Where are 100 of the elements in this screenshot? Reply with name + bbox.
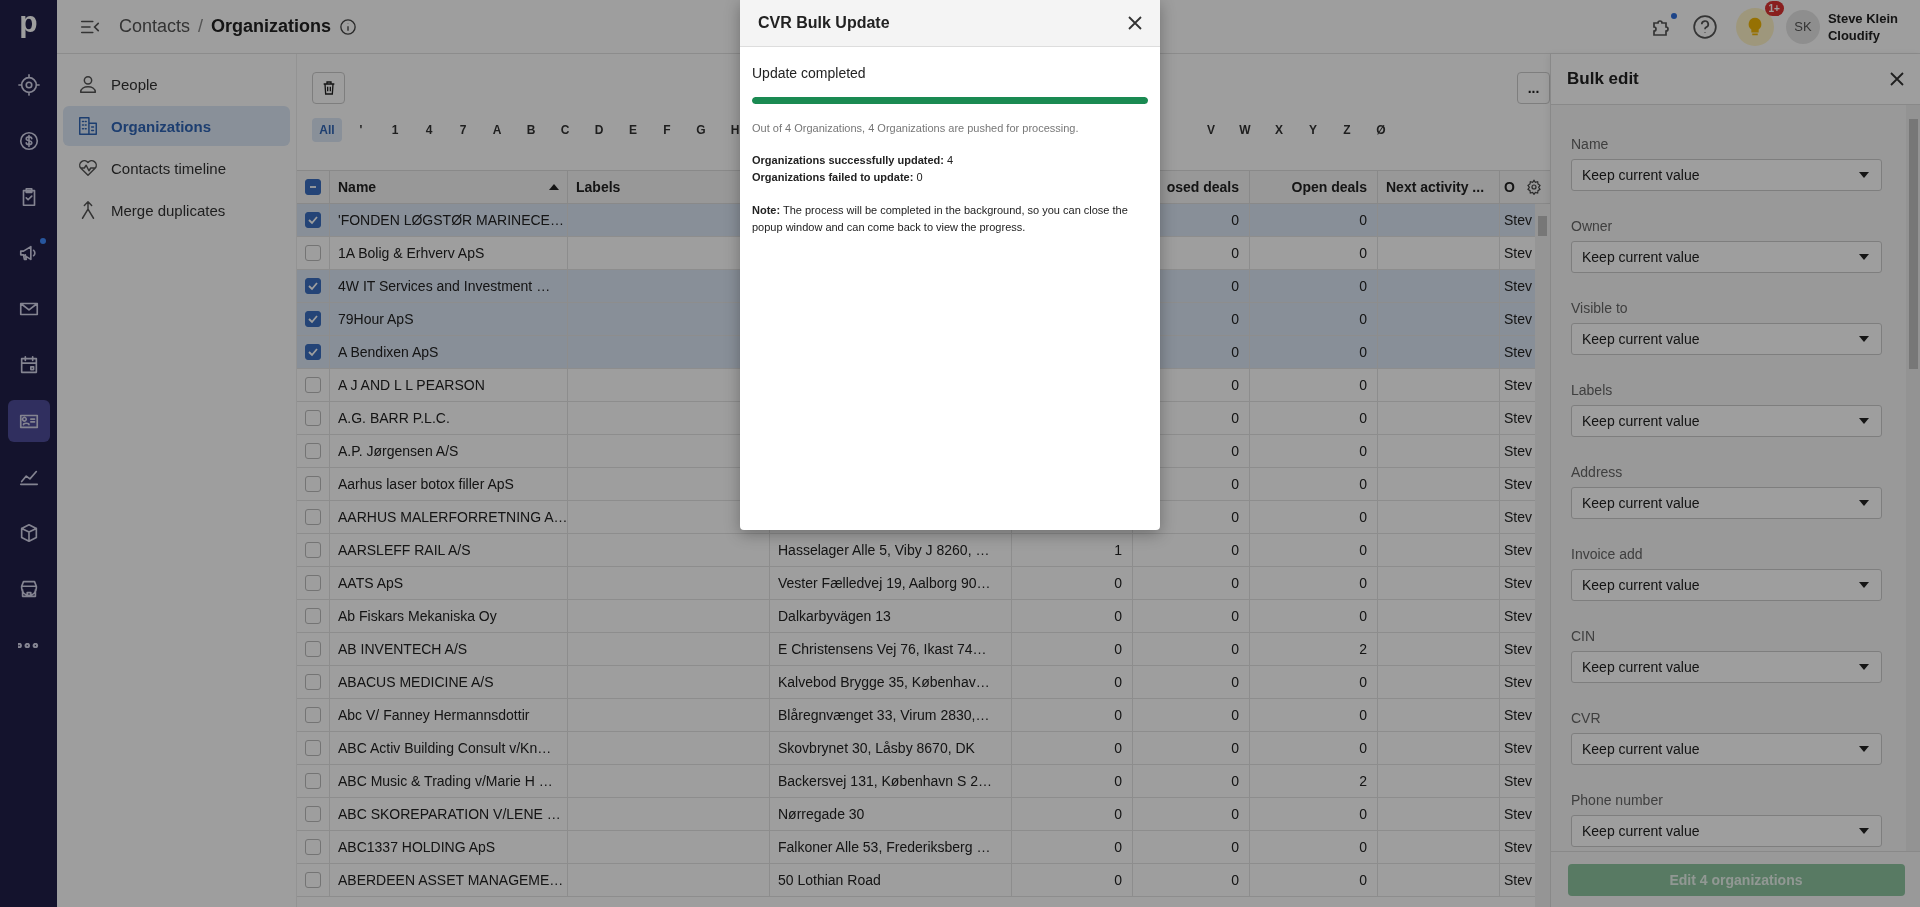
table-cell: Vester Fælledvej 19, Aalborg 90… (778, 575, 991, 591)
table-cell: Stev (1504, 410, 1532, 426)
table-cell: 0 (1231, 674, 1239, 690)
table-cell: 0 (1359, 311, 1367, 327)
user-name: Steve Klein (1827, 9, 1898, 27)
table-cell: Stev (1504, 278, 1532, 294)
table-cell: 0 (1114, 839, 1122, 855)
table-cell: Stev (1504, 245, 1532, 261)
table-cell: 0 (1231, 410, 1239, 426)
table-cell: 0 (1231, 707, 1239, 723)
table-cell: 2 (1359, 773, 1367, 789)
field-label: Labels (1571, 381, 1614, 399)
table-cell: 0 (1359, 476, 1367, 492)
table-cell: 0 (1114, 575, 1122, 591)
field-label: Phone number (1571, 791, 1664, 809)
breadcrumb-separator: / (198, 16, 204, 37)
table-cell: 0 (1231, 509, 1239, 525)
status-text: Update completed (752, 65, 867, 81)
table-cell: Stev (1504, 212, 1532, 228)
company-name: Cloudify (1827, 26, 1881, 44)
table-cell: Stev (1504, 641, 1532, 657)
table-cell: Backersvej 131, København S 2… (778, 773, 992, 789)
table-cell: 0 (1359, 872, 1367, 888)
table-cell: 0 (1231, 806, 1239, 822)
table-cell: E Christensens Vej 76, Ikast 74… (778, 641, 987, 657)
table-cell: 0 (1231, 344, 1239, 360)
page-title: Organizations (211, 16, 332, 37)
table-cell: Nørregade 30 (778, 806, 865, 822)
field-label: Name (1571, 135, 1610, 153)
table-cell: 2 (1359, 641, 1367, 657)
table-cell: Stev (1504, 344, 1532, 360)
table-cell: 0 (1231, 641, 1239, 657)
result-text: Organizations successfully updated: 4 (752, 153, 955, 168)
table-cell: Stev (1504, 509, 1532, 525)
table-cell: 0 (1231, 476, 1239, 492)
table-cell: 0 (1359, 740, 1367, 756)
table-cell: 0 (1114, 806, 1122, 822)
table-cell: 0 (1231, 575, 1239, 591)
table-cell: 0 (1359, 410, 1367, 426)
table-cell: 0 (1359, 344, 1367, 360)
table-cell: Skovbrynet 30, Låsby 8670, DK (778, 740, 975, 756)
table-cell: 0 (1359, 674, 1367, 690)
table-cell: 0 (1114, 872, 1122, 888)
table-cell: 0 (1231, 542, 1239, 558)
table-cell: Falkoner Alle 53, Frederiksberg … (778, 839, 991, 855)
table-cell: 0 (1231, 872, 1239, 888)
table-cell: 0 (1359, 245, 1367, 261)
table-cell: 0 (1359, 377, 1367, 393)
table-cell: 50 Lothian Road (778, 872, 881, 888)
table-cell: 0 (1114, 707, 1122, 723)
table-cell: 0 (1359, 509, 1367, 525)
field-label: CVR (1571, 709, 1602, 727)
table-cell: 0 (1231, 377, 1239, 393)
table-cell: Stev (1504, 311, 1532, 327)
table-cell: 0 (1114, 674, 1122, 690)
table-cell: 0 (1114, 641, 1122, 657)
table-cell: Stev (1504, 806, 1532, 822)
table-cell: Stev (1504, 707, 1532, 723)
table-cell: 0 (1231, 245, 1239, 261)
table-cell: 0 (1231, 443, 1239, 459)
table-cell: Stev (1504, 377, 1532, 393)
table-cell: 0 (1231, 740, 1239, 756)
panel-title: Bulk edit (1567, 69, 1639, 89)
field-label: Address (1571, 463, 1624, 481)
field-label: Invoice add (1571, 545, 1644, 563)
table-cell: 0 (1359, 443, 1367, 459)
table-cell: Stev (1504, 773, 1532, 789)
table-cell: 0 (1231, 278, 1239, 294)
table-cell: Stev (1504, 575, 1532, 591)
table-cell: Stev (1504, 674, 1532, 690)
table-cell: Stev (1504, 443, 1532, 459)
table-cell: 0 (1359, 806, 1367, 822)
notification-badge: 1+ (1764, 0, 1784, 16)
note-text: Note: The process will be completed in the background, so you can close the popup window and can come back to view the progress. (752, 203, 1129, 235)
table-cell: 0 (1114, 608, 1122, 624)
table-cell: 0 (1359, 278, 1367, 294)
table-cell: Blåregnvænget 33, Virum 2830,… (778, 707, 990, 723)
table-cell: Stev (1504, 872, 1532, 888)
table-cell: 0 (1114, 740, 1122, 756)
table-cell: 0 (1231, 608, 1239, 624)
table-cell: 0 (1231, 839, 1239, 855)
field-label: CIN (1571, 627, 1597, 645)
table-cell: 0 (1231, 311, 1239, 327)
table-cell: 0 (1359, 707, 1367, 723)
table-cell: Stev (1504, 476, 1532, 492)
table-cell: 0 (1359, 542, 1367, 558)
table-cell: 0 (1359, 839, 1367, 855)
summary-text: Out of 4 Organizations, 4 Organizations are pushed for processing. (752, 122, 1080, 134)
table-cell: 0 (1359, 608, 1367, 624)
table-cell: Stev (1504, 608, 1532, 624)
table-cell: 0 (1359, 212, 1367, 228)
dialog-title: CVR Bulk Update (758, 14, 890, 32)
field-label: Owner (1571, 217, 1614, 235)
field-label: Visible to (1571, 299, 1629, 317)
table-cell: 1 (1114, 542, 1122, 558)
table-cell: Kalvebod Brygge 35, Københav… (778, 674, 990, 690)
table-cell: Stev (1504, 839, 1532, 855)
table-cell: Dalkarbyvägen 13 (778, 608, 891, 624)
table-cell: 0 (1114, 773, 1122, 789)
table-cell: Stev (1504, 740, 1532, 756)
